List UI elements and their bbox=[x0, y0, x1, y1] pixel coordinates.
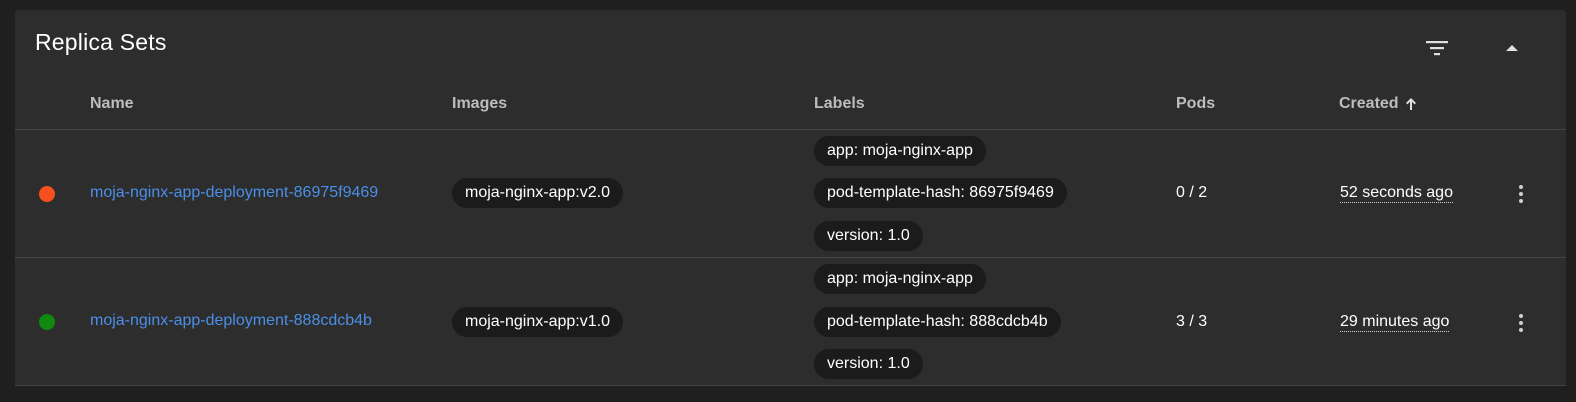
column-header-created-label: Created bbox=[1339, 95, 1399, 112]
column-header-labels[interactable]: Labels bbox=[814, 95, 865, 113]
pods-count: 0 / 2 bbox=[1176, 184, 1208, 201]
image-chip: moja-nginx-app:v1.0 bbox=[452, 307, 623, 337]
pods-count: 3 / 3 bbox=[1176, 313, 1208, 330]
label-chip: pod-template-hash: 888cdcb4b bbox=[814, 307, 1061, 337]
image-chip: moja-nginx-app:v2.0 bbox=[452, 178, 623, 208]
collapse-button[interactable] bbox=[1496, 32, 1528, 64]
filter-button[interactable] bbox=[1421, 32, 1453, 64]
created-time: 29 minutes ago bbox=[1340, 313, 1450, 332]
label-chip: version: 1.0 bbox=[814, 221, 923, 251]
column-header-pods[interactable]: Pods bbox=[1176, 95, 1215, 113]
column-header-name[interactable]: Name bbox=[90, 95, 134, 113]
label-chip: version: 1.0 bbox=[814, 349, 923, 379]
status-error-icon bbox=[39, 186, 55, 202]
label-chip: app: moja-nginx-app bbox=[814, 136, 986, 166]
status-ok-icon bbox=[39, 314, 55, 330]
filter-icon bbox=[1426, 41, 1448, 56]
replicaset-name-link[interactable]: moja-nginx-app-deployment-888cdcb4b bbox=[90, 312, 372, 330]
panel-title: Replica Sets bbox=[35, 29, 167, 55]
column-header-created[interactable]: Created bbox=[1339, 95, 1417, 113]
arrow-up-icon bbox=[1405, 98, 1416, 110]
replicaset-name-link[interactable]: moja-nginx-app-deployment-86975f9469 bbox=[90, 184, 378, 202]
more-vertical-icon bbox=[1519, 185, 1523, 203]
column-header-images[interactable]: Images bbox=[452, 95, 507, 113]
row-actions-button[interactable] bbox=[1507, 174, 1535, 214]
table-row: moja-nginx-app-deployment-888cdcb4b moja… bbox=[15, 258, 1566, 385]
label-chip: app: moja-nginx-app bbox=[814, 264, 986, 294]
chevron-up-icon bbox=[1506, 45, 1518, 51]
replica-sets-panel: Replica Sets Name Images Labels Pods Cre… bbox=[15, 10, 1566, 386]
more-vertical-icon bbox=[1519, 314, 1523, 332]
label-chip: pod-template-hash: 86975f9469 bbox=[814, 178, 1067, 208]
created-time: 52 seconds ago bbox=[1340, 184, 1453, 203]
row-actions-button[interactable] bbox=[1507, 303, 1535, 343]
divider bbox=[15, 385, 1566, 386]
table-row: moja-nginx-app-deployment-86975f9469 moj… bbox=[15, 130, 1566, 257]
